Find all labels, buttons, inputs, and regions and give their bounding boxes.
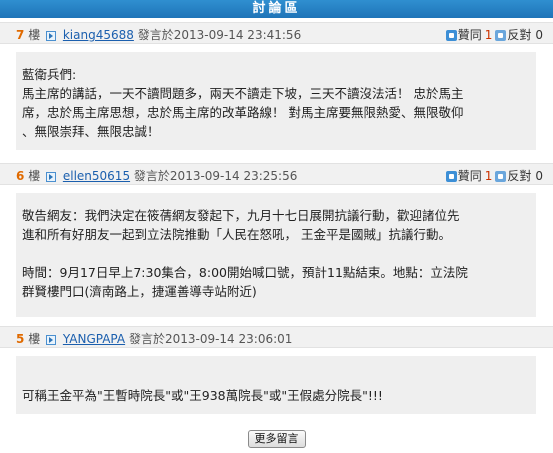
username-link[interactable]: kiang45688 — [63, 28, 134, 42]
discussion-title: 討論區 — [252, 1, 301, 16]
agree-label[interactable]: 贊同 — [458, 169, 482, 183]
disagree-count: 0 — [535, 169, 543, 183]
arrow-icon — [46, 30, 57, 41]
comment-body-floor-5: 可稱王金平為"王暫時院長"或"王938萬院長"或"王假處分院長"!!! — [16, 356, 536, 414]
floor-suffix: 樓 — [28, 332, 41, 346]
comment-line: 群賢樓門口(濟南路上，捷運善導寺站附近) — [22, 284, 257, 299]
more-comments-button[interactable]: 更多留言 — [247, 430, 306, 448]
thumbs-up-icon[interactable] — [445, 30, 457, 41]
arrow-icon — [46, 334, 57, 345]
comment-line: 、無限崇拜、無限忠誠！ — [22, 124, 160, 139]
thumbs-up-icon[interactable] — [445, 171, 457, 182]
agree-label[interactable]: 贊同 — [458, 28, 482, 42]
comment-meta-floor-6: 6 樓 ellen50615 發言於2013-09-14 23:25:56 贊同… — [0, 163, 553, 185]
username-link[interactable]: YANGPAPA — [63, 332, 125, 346]
post-datetime: 2013-09-14 23:06:01 — [164, 332, 293, 346]
floor-suffix: 樓 — [28, 169, 41, 183]
posted-prefix: 發言於 — [128, 332, 165, 346]
thumbs-down-icon[interactable] — [495, 30, 507, 41]
comment-line: 藍衛兵們: — [22, 67, 77, 82]
posted-prefix: 發言於 — [133, 169, 170, 183]
comment-line: 馬主席的講話，一天不讀問題多，兩天不讀走下坡，三天不讀沒法活！ 忠於馬主 — [22, 86, 464, 101]
agree-count: 1 — [484, 28, 493, 42]
disagree-label[interactable]: 反對 — [507, 169, 531, 183]
post-datetime: 2013-09-14 23:41:56 — [173, 28, 302, 42]
comment-meta-floor-7: 7 樓 kiang45688 發言於2013-09-14 23:41:56 贊同… — [0, 22, 553, 44]
more-comments-wrap: 更多留言 — [0, 430, 553, 448]
comment-body-floor-7: 藍衛兵們: 馬主席的講話，一天不讀問題多，兩天不讀走下坡，三天不讀沒法活！ 忠於… — [16, 52, 536, 150]
disagree-label[interactable]: 反對 — [507, 28, 531, 42]
floor-suffix: 樓 — [28, 28, 41, 42]
posted-prefix: 發言於 — [137, 28, 174, 42]
comment-line: 席，忠於馬主席思想，忠於馬主席的改革路線！ 對馬主席要無限熱愛、無限敬仰 — [22, 105, 464, 120]
comment-line: 敬告網友：我們決定在筱蒨網友發起下，九月十七日展開抗議行動，歡迎諸位先 — [22, 208, 460, 223]
floor-number: 7 — [16, 28, 25, 42]
comment-body-floor-6: 敬告網友：我們決定在筱蒨網友發起下，九月十七日展開抗議行動，歡迎諸位先 進和所有… — [16, 193, 536, 317]
thumbs-down-icon[interactable] — [495, 171, 507, 182]
arrow-icon — [46, 171, 57, 182]
comment-meta-floor-5: 5 樓 YANGPAPA 發言於2013-09-14 23:06:01 — [0, 326, 553, 348]
disagree-count: 0 — [535, 28, 543, 42]
discussion-header: 討論區 — [0, 0, 553, 18]
agree-count: 1 — [484, 169, 493, 183]
floor-number: 6 — [16, 169, 25, 183]
post-datetime: 2013-09-14 23:25:56 — [169, 169, 298, 183]
comment-line: 進和所有好朋友一起到立法院推動「人民在怒吼， 王金平是國賊」抗議行動。 — [22, 227, 451, 242]
username-link[interactable]: ellen50615 — [63, 169, 130, 183]
comment-line: 時間：9月17日早上7:30集合，8:00開始喊口號，預計11點結束。地點：立法… — [22, 265, 468, 280]
comment-line: 可稱王金平為"王暫時院長"或"王938萬院長"或"王假處分院長"!!! — [22, 388, 383, 403]
floor-number: 5 — [16, 332, 25, 346]
